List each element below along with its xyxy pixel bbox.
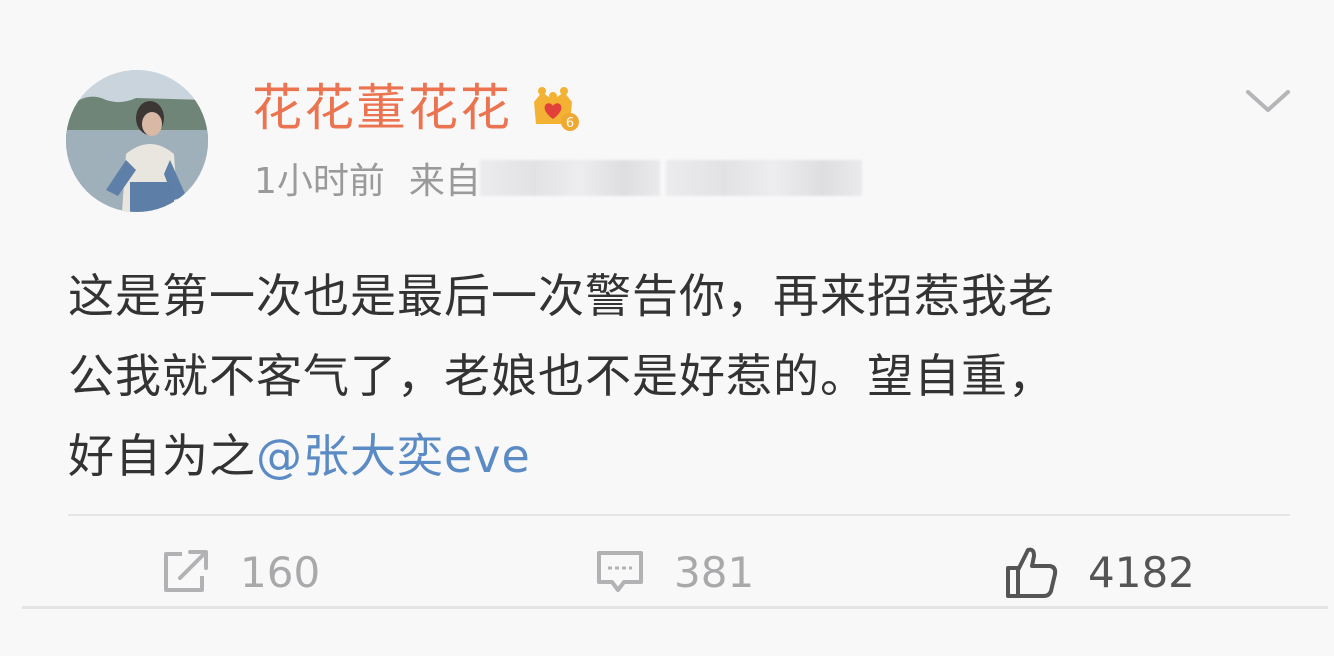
content-line: 好自为之 [68,429,256,483]
post-source-prefix: 来自 [408,161,481,202]
avatar-photo [66,70,208,212]
blurred-source [666,160,862,196]
user-mention-link[interactable]: @张大奕eve [256,429,531,483]
comment-count: 381 [674,547,755,597]
post-time: 1小时前 [254,161,385,202]
repost-count: 160 [240,547,321,597]
user-avatar[interactable] [66,70,208,212]
username[interactable]: 花花董花花 [252,78,512,138]
repost-button[interactable]: 160 [160,540,320,604]
thumbs-up-icon [1006,547,1058,598]
blurred-source [480,160,660,196]
like-count: 4182 [1088,547,1195,597]
comment-icon [597,551,643,592]
like-button[interactable]: 4182 [1004,540,1195,604]
comment-button[interactable]: 381 [594,540,754,604]
post-content: 这是第一次也是最后一次警告你，再来招惹我老 公我就不客气了，老娘也不是好惹的。望… [68,256,1268,496]
post-meta: 1小时前 来自 [254,158,481,206]
chevron-down-icon[interactable] [1244,86,1292,116]
content-line: 公我就不客气了，老娘也不是好惹的。望自重， [68,349,1055,403]
divider [22,606,1328,609]
repost-icon [164,550,208,592]
content-line: 这是第一次也是最后一次警告你，再来招惹我老 [68,269,1055,323]
vip-crown-icon[interactable]: 6 [526,80,580,134]
weibo-post-card: 花花董花花 6 1小时前 来自 这是第一次也是最后一次警告你，再来招惹我老 公我就… [0,0,1334,656]
divider [68,514,1290,516]
badge-level: 6 [566,116,574,131]
content-line-last: 好自为之@张大奕eve [68,416,1268,496]
